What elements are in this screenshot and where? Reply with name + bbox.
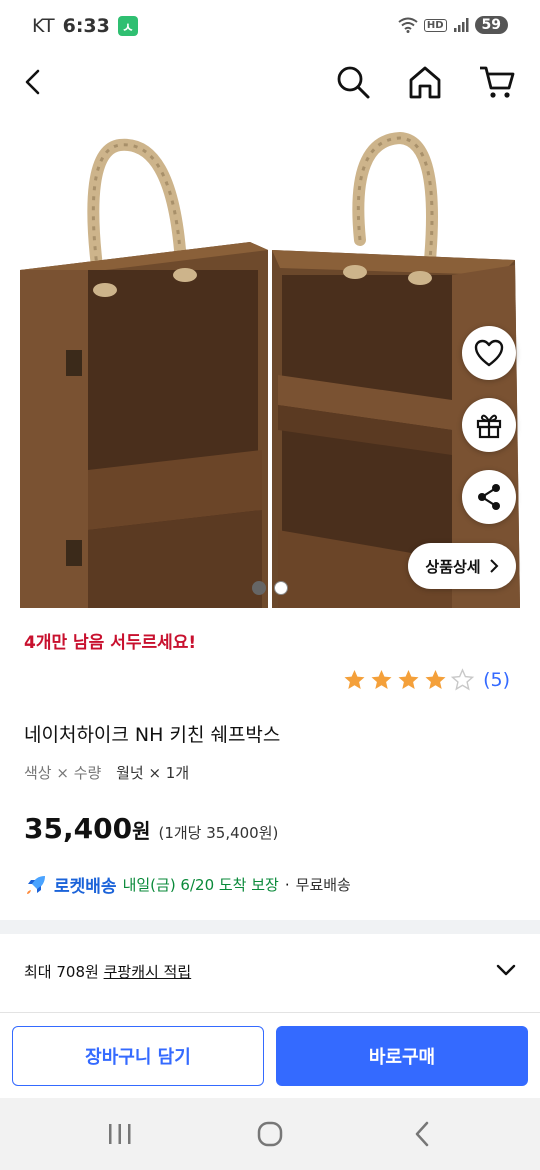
price-row: 35,400원 (1개당 35,400원) <box>24 812 278 845</box>
star-empty-icon <box>450 668 475 691</box>
signal-icon <box>453 18 469 32</box>
rocket-icon <box>27 875 45 894</box>
network-type-label: HD <box>423 18 447 32</box>
rocket-delivery-label: 로켓배송 <box>54 877 117 897</box>
selected-option: 색상 × 수량 월넛 × 1개 <box>24 762 189 783</box>
cart-icon[interactable] <box>477 62 517 102</box>
gift-button[interactable] <box>462 398 516 452</box>
free-shipping: 무료배송 <box>295 876 351 894</box>
search-icon[interactable] <box>333 62 373 102</box>
home-icon[interactable] <box>405 62 445 102</box>
option-value: 월넛 × 1개 <box>116 764 190 782</box>
star-filled-icon <box>344 670 365 689</box>
carrier-label: KT <box>32 15 55 37</box>
carousel-dot-active[interactable] <box>252 581 266 595</box>
price: 35,400원 <box>24 812 150 845</box>
back-icon[interactable] <box>14 62 54 102</box>
product-image-gallery[interactable] <box>0 110 540 608</box>
star-filled-icon <box>425 670 446 689</box>
delivery-info: 로켓배송 내일(금) 6/20 도착 보장 · 무료배송 <box>24 872 351 897</box>
review-count[interactable]: (5) <box>483 669 510 691</box>
star-filled-icon <box>398 670 419 689</box>
unit-price: (1개당 35,400원) <box>158 824 279 842</box>
wishlist-button[interactable] <box>462 326 516 380</box>
app-notification-icon: ㅅ <box>117 16 138 36</box>
delivery-separator: · <box>284 875 290 894</box>
system-navigation-bar <box>0 1098 540 1170</box>
product-detail-button[interactable]: 상품상세 <box>408 543 516 589</box>
share-icon <box>478 484 500 510</box>
price-currency: 원 <box>132 819 151 843</box>
battery-indicator: 59 <box>474 16 508 34</box>
clock: 6:33 <box>62 15 110 37</box>
option-key: 색상 × 수량 <box>24 764 102 782</box>
wifi-icon <box>398 17 418 33</box>
recent-apps-icon[interactable] <box>100 1116 140 1152</box>
product-detail-label: 상품상세 <box>425 557 481 576</box>
gift-icon <box>476 414 502 439</box>
system-back-icon[interactable] <box>402 1116 442 1152</box>
add-to-cart-button[interactable]: 장바구니 담기 <box>12 1026 264 1086</box>
buy-now-button[interactable]: 바로구매 <box>276 1026 528 1086</box>
home-button-icon[interactable] <box>250 1116 290 1152</box>
product-image <box>20 131 520 608</box>
stock-alert: 4개만 남음 서두르세요! <box>24 633 197 653</box>
cash-link[interactable]: 쿠팡캐시 적립 <box>104 963 192 981</box>
status-bar: KT 6:33 ㅅ HD 59 <box>0 0 540 54</box>
coupang-cash-row[interactable]: 최대 708원 쿠팡캐시 적립 <box>0 934 540 1010</box>
product-title: 네이처하이크 NH 키친 쉐프박스 <box>24 724 281 746</box>
chevron-down-icon[interactable] <box>494 958 518 982</box>
cash-text: 최대 708원 쿠팡캐시 적립 <box>24 961 191 982</box>
carousel-dot[interactable] <box>274 581 288 595</box>
cash-amount: 최대 708원 <box>24 963 99 981</box>
heart-icon <box>474 339 504 367</box>
star-filled-icon <box>371 670 392 689</box>
arrival-guarantee: 내일(금) 6/20 도착 보장 <box>122 876 279 894</box>
chevron-right-icon <box>489 559 499 573</box>
price-amount: 35,400 <box>24 812 133 845</box>
section-divider <box>0 920 540 934</box>
top-navigation-bar <box>0 54 540 110</box>
purchase-action-bar: 장바구니 담기 바로구매 <box>0 1012 540 1098</box>
share-button[interactable] <box>462 470 516 524</box>
rating[interactable]: (5) <box>342 668 510 692</box>
